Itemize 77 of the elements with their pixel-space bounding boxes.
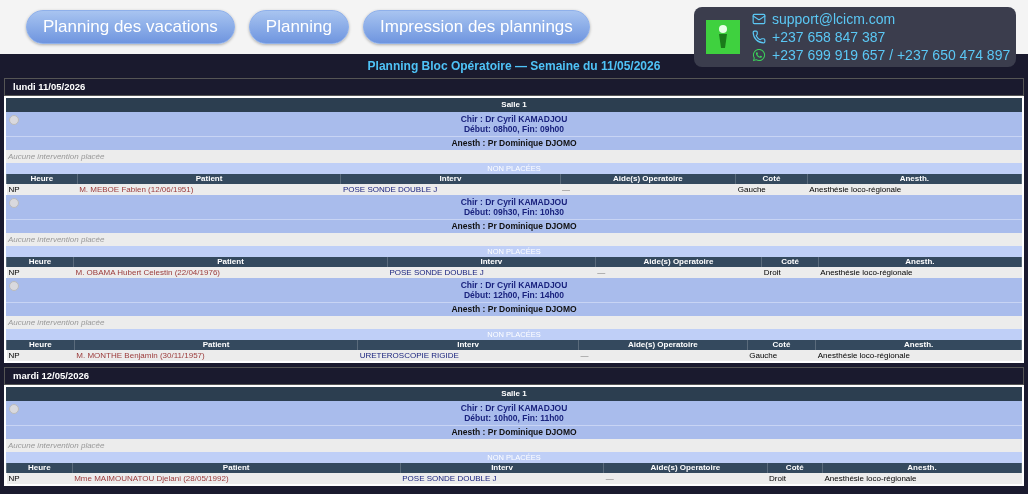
anesthetist-text: Anesth : Pr Dominique DJOMO xyxy=(451,137,577,150)
column-header: Interv xyxy=(340,174,561,184)
no-intervention-text: Aucune intervention placée xyxy=(8,439,105,452)
anesthetist-text: Anesth : Pr Dominique DJOMO xyxy=(451,220,577,233)
table-cell: Droit xyxy=(761,267,819,278)
page-title: Planning Bloc Opératoire — Semaine du 11/05/2026 xyxy=(367,58,661,75)
table-cell: Droit xyxy=(767,473,823,484)
table-cell: Anesthésie loco-régionale xyxy=(815,350,1022,361)
column-header: Anesth. xyxy=(822,463,1022,473)
column-header: Coté xyxy=(747,340,816,350)
nav-button[interactable]: Planning xyxy=(248,10,349,44)
anesthetist-text: Anesth : Pr Dominique DJOMO xyxy=(451,303,577,316)
table-cell: M. OBAMA Hubert Celestin (22/04/1976) xyxy=(73,267,388,278)
logo-icon xyxy=(706,20,740,54)
time-text: Début: 08h00, Fin: 09h00 xyxy=(463,124,565,134)
column-header: Coté xyxy=(735,174,808,184)
nav-button[interactable]: Planning des vacations xyxy=(26,10,235,44)
table-cell: — xyxy=(578,350,748,361)
time-text: Début: 12h00, Fin: 14h00 xyxy=(463,290,565,300)
table-cell: NP xyxy=(6,184,78,195)
column-header: Anesth. xyxy=(815,340,1022,350)
phone-text: +237 658 847 387 xyxy=(772,28,886,46)
table-cell: Mme MAIMOUNATOU Djelani (28/05/1992) xyxy=(72,473,401,484)
table-cell: POSE SONDE DOUBLE J xyxy=(340,184,561,195)
table-cell: POSE SONDE DOUBLE J xyxy=(387,267,596,278)
mail-icon xyxy=(752,12,766,26)
column-header: Heure xyxy=(6,174,78,184)
radio-icon[interactable] xyxy=(9,115,19,125)
table-cell: M. MONTHE Benjamin (30/11/1957) xyxy=(74,350,358,361)
nav-button[interactable]: Impression des plannings xyxy=(363,10,590,44)
surgeon-text: Chir : Dr Cyril KAMADJOU xyxy=(460,403,568,413)
column-header: Anesth. xyxy=(818,257,1022,267)
email-link[interactable]: support@lcicm.com xyxy=(772,10,896,28)
day-label: mardi 12/05/2026 xyxy=(13,368,90,383)
column-header: Patient xyxy=(72,463,401,473)
time-text: Début: 10h00, Fin: 11h00 xyxy=(464,413,564,423)
table-cell: — xyxy=(603,473,767,484)
column-header: Patient xyxy=(77,174,341,184)
table-cell: NP xyxy=(6,350,75,361)
whatsapp-icon xyxy=(752,48,766,62)
column-header: Heure xyxy=(6,257,74,267)
day-label: lundi 11/05/2026 xyxy=(13,79,86,94)
phone-icon xyxy=(752,30,766,44)
column-header: Interv xyxy=(357,340,579,350)
room-label: Salle 1 xyxy=(501,388,527,400)
surgeon-text: Chir : Dr Cyril KAMADJOU xyxy=(460,280,568,290)
table-cell: Gauche xyxy=(747,350,816,361)
table-cell: Anesthésie loco-régionale xyxy=(822,473,1022,484)
time-text: Début: 09h30, Fin: 10h30 xyxy=(463,207,565,217)
table-cell: NP xyxy=(6,473,73,484)
column-header: Patient xyxy=(74,340,358,350)
table-cell: URETEROSCOPIE RIGIDE xyxy=(357,350,579,361)
column-header: Anesth. xyxy=(807,174,1022,184)
column-header: Interv xyxy=(387,257,596,267)
table-cell: — xyxy=(595,267,762,278)
table-cell: POSE SONDE DOUBLE J xyxy=(400,473,604,484)
no-intervention-text: Aucune intervention placée xyxy=(8,150,105,163)
radio-icon[interactable] xyxy=(9,281,19,291)
table-cell: M. MEBOE Fabien (12/06/1951) xyxy=(77,184,341,195)
column-header: Heure xyxy=(6,463,73,473)
table-cell: Anesthésie loco-régionale xyxy=(807,184,1022,195)
table-cell: NP xyxy=(6,267,74,278)
no-intervention-text: Aucune intervention placée xyxy=(8,233,105,246)
room-label: Salle 1 xyxy=(501,99,527,111)
table-cell: Anesthésie loco-régionale xyxy=(818,267,1022,278)
radio-icon[interactable] xyxy=(9,198,19,208)
no-intervention-text: Aucune intervention placée xyxy=(8,316,105,329)
whatsapp-text: +237 699 919 657 / +237 650 474 897 xyxy=(772,46,1011,64)
radio-icon[interactable] xyxy=(9,404,19,414)
column-header: Heure xyxy=(6,340,75,350)
surgeon-text: Chir : Dr Cyril KAMADJOU xyxy=(460,197,568,207)
surgeon-text: Chir : Dr Cyril KAMADJOU xyxy=(460,114,568,124)
table-cell: — xyxy=(560,184,736,195)
column-header: Interv xyxy=(400,463,604,473)
table-cell: Gauche xyxy=(735,184,808,195)
column-header: Patient xyxy=(73,257,388,267)
anesthetist-text: Anesth : Pr Dominique DJOMO xyxy=(451,426,577,439)
